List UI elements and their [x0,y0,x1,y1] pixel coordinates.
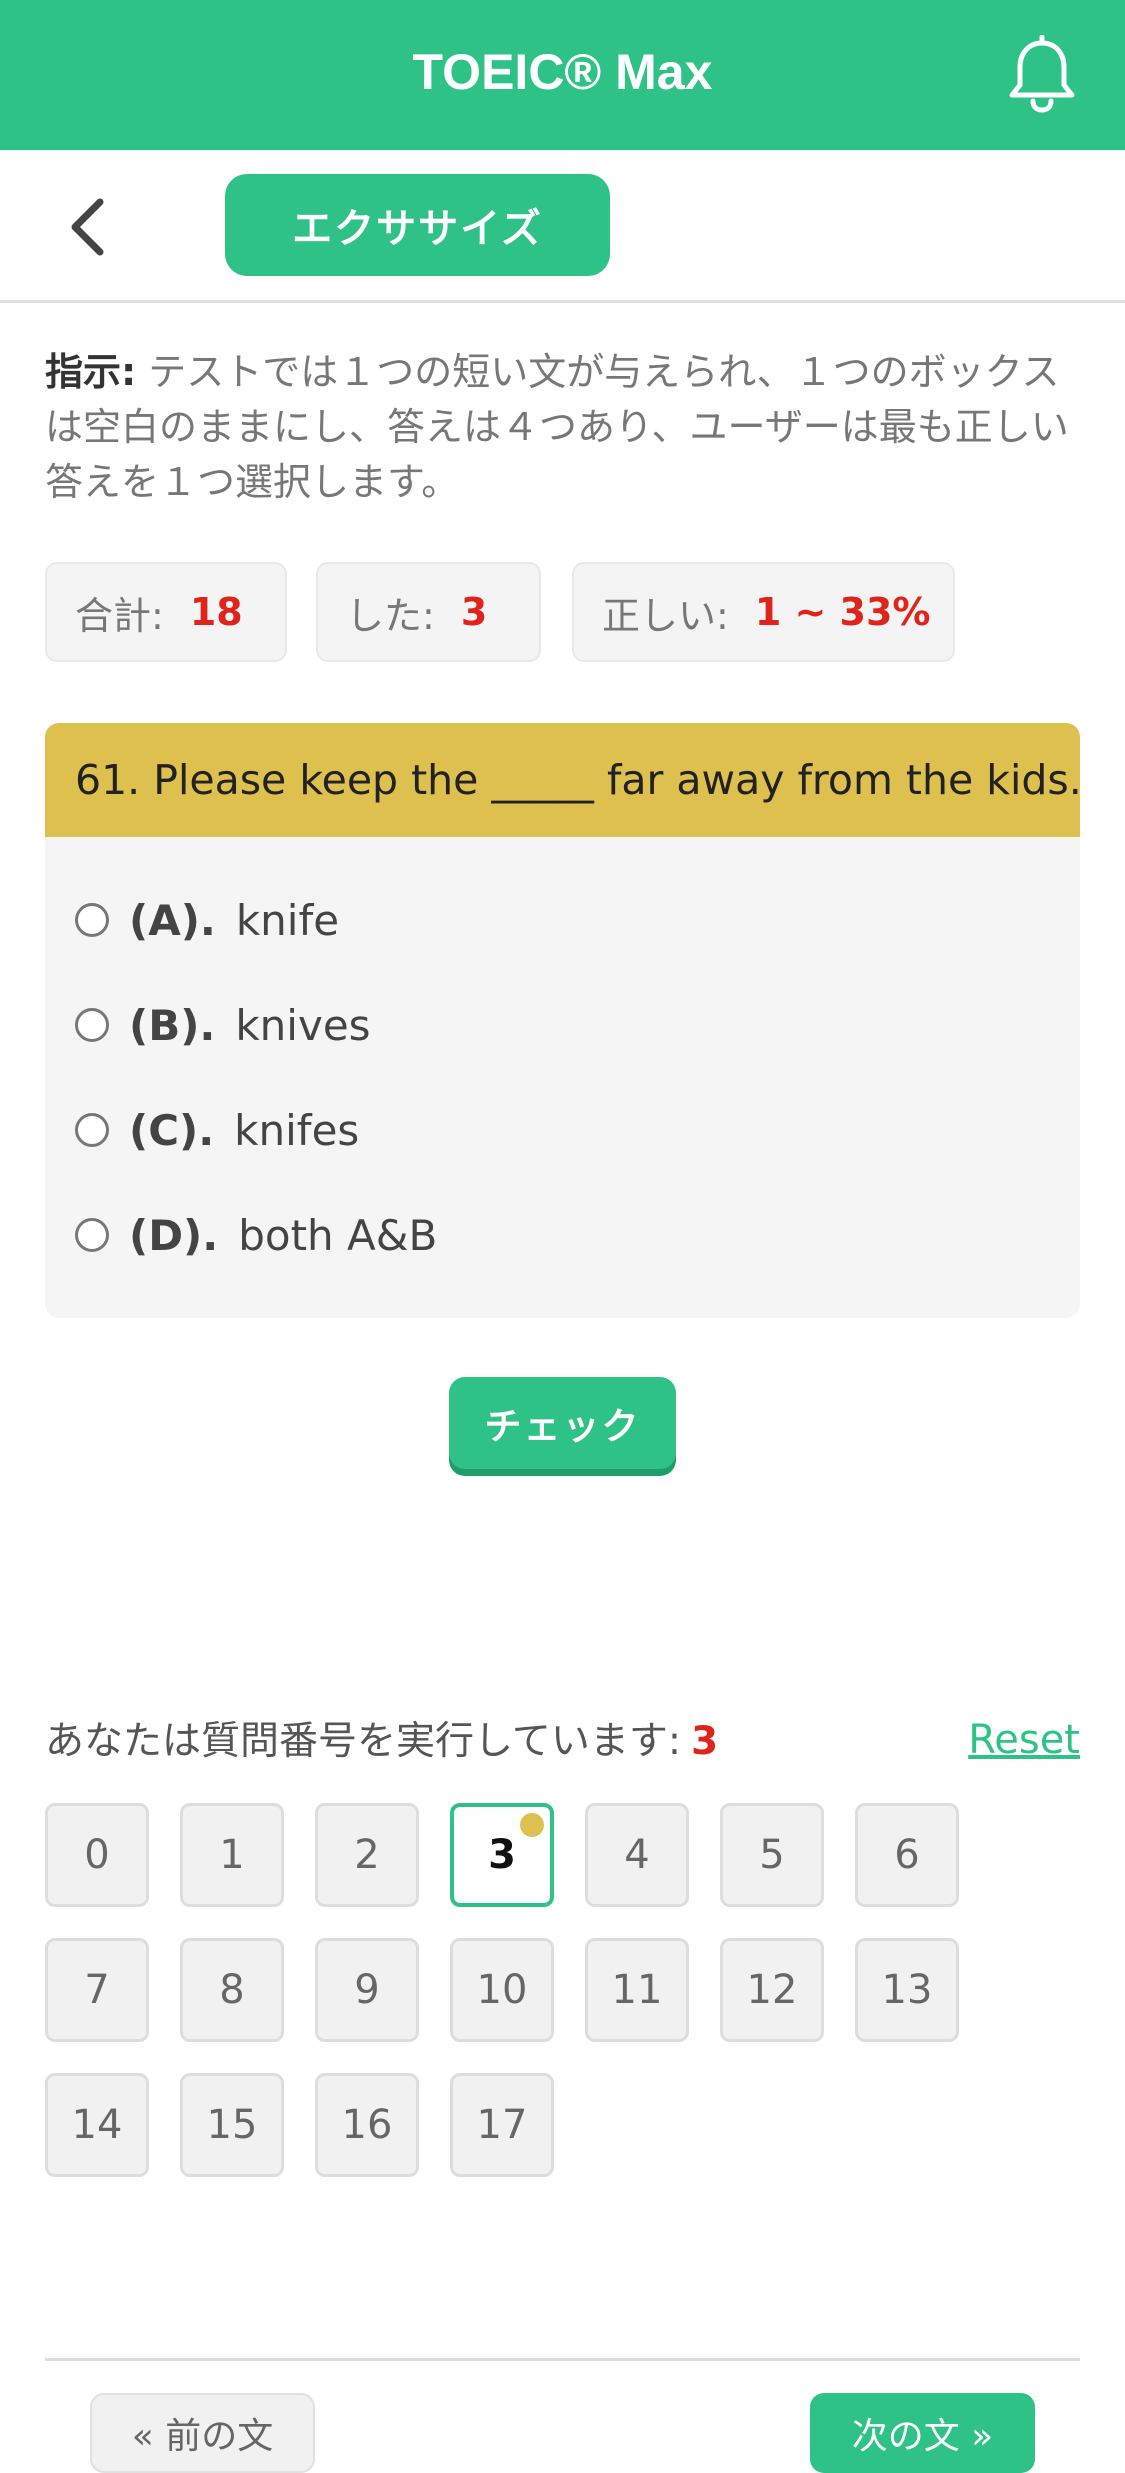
question-text: 61. Please keep the _____ far away from … [45,723,1080,837]
option-a[interactable]: (A). knife [75,890,339,950]
question-number-label: 12 [746,1967,798,2013]
radio-button[interactable] [75,903,109,937]
option-d[interactable]: (D). both A&B [75,1205,437,1265]
stat-correct: 正しい: 1 ~ 33% [572,562,955,662]
back-button[interactable] [60,192,120,262]
radio-button[interactable] [75,1113,109,1147]
question-number-label: 9 [354,1967,380,2013]
question-number-button[interactable]: 0 [45,1803,149,1907]
option-b[interactable]: (B). knives [75,995,371,1055]
question-number-label: 16 [341,2102,393,2148]
question-number-label: 5 [759,1832,785,1878]
reset-link[interactable]: Reset [968,1712,1080,1768]
bell-icon[interactable] [1006,34,1078,115]
question-number-button[interactable]: 7 [45,1938,149,2042]
question-number-button[interactable]: 15 [180,2073,284,2177]
question-number-button[interactable]: 5 [720,1803,824,1907]
progress-label: あなたは質問番号を実行しています: [45,1719,681,1764]
option-c[interactable]: (C). knifes [75,1100,359,1160]
option-text: knives [235,1000,371,1050]
question-number-button[interactable]: 11 [585,1938,689,2042]
stat-total: 合計: 18 [45,562,287,662]
question-number-label: 2 [354,1832,380,1878]
option-key: (B). [129,1000,216,1050]
question-number-label: 1 [219,1832,245,1878]
question-number-button[interactable]: 12 [720,1938,824,2042]
question-number-label: 10 [476,1967,528,2013]
question-number-label: 14 [71,2102,123,2148]
stat-done: した: 3 [316,562,541,662]
tab-exercise[interactable]: エクササイズ [225,174,610,276]
question-number-button[interactable]: 6 [855,1803,959,1907]
question-number-label: 8 [219,1967,245,2013]
question-number-label: 0 [84,1832,110,1878]
chevron-left-icon [71,198,104,256]
question-number-label: 3 [488,1832,516,1878]
next-sentence-button[interactable]: 次の文 » [810,2393,1035,2473]
question-number-button[interactable]: 4 [585,1803,689,1907]
app-header: TOEIC® Max [0,0,1125,150]
option-key: (D). [129,1210,219,1260]
previous-sentence-button[interactable]: « 前の文 [90,2393,315,2473]
question-number-label: 17 [476,2102,528,2148]
option-text: knifes [234,1105,360,1155]
question-number-button[interactable]: 8 [180,1938,284,2042]
instruction-label: 指示: [45,350,137,394]
question-card: 61. Please keep the _____ far away from … [45,723,1080,1318]
question-number-button[interactable]: 10 [450,1938,554,2042]
app-title: TOEIC® Max [412,44,713,100]
radio-button[interactable] [75,1218,109,1252]
current-question-number: 3 [690,1719,719,1764]
question-number-label: 15 [206,2102,258,2148]
question-number-button[interactable]: 3 [450,1803,554,1907]
sub-header: エクササイズ [0,150,1125,303]
question-number-label: 4 [624,1832,650,1878]
stat-done-value: 3 [460,590,488,634]
stat-total-label: 合計: [75,593,164,638]
stat-done-label: した: [346,593,435,638]
instruction: 指示: テストでは１つの短い文が与えられ、１つのボックスは空白のままにし、答えは… [45,345,1080,510]
current-marker-dot [520,1813,544,1837]
question-number-button[interactable]: 2 [315,1803,419,1907]
question-number-label: 7 [84,1967,110,2013]
option-text: knife [235,895,340,945]
divider [45,2358,1080,2361]
progress-indicator: あなたは質問番号を実行しています: 3 [45,1714,718,1770]
question-number-label: 6 [894,1832,920,1878]
question-number-label: 11 [611,1967,663,2013]
instruction-text: テストでは１つの短い文が与えられ、１つのボックスは空白のままにし、答えは４つあり… [45,350,1069,504]
question-number-label: 13 [881,1967,933,2013]
question-number-button[interactable]: 16 [315,2073,419,2177]
option-key: (C). [129,1105,215,1155]
option-key: (A). [129,895,216,945]
option-text: both A&B [238,1210,438,1260]
stat-total-value: 18 [189,590,243,634]
question-number-button[interactable]: 1 [180,1803,284,1907]
stat-correct-label: 正しい: [602,593,729,638]
question-number-button[interactable]: 17 [450,2073,554,2177]
question-number-button[interactable]: 14 [45,2073,149,2177]
check-button[interactable]: チェック [449,1377,676,1469]
question-number-button[interactable]: 9 [315,1938,419,2042]
question-number-button[interactable]: 13 [855,1938,959,2042]
stat-correct-value: 1 ~ 33% [754,590,931,634]
radio-button[interactable] [75,1008,109,1042]
